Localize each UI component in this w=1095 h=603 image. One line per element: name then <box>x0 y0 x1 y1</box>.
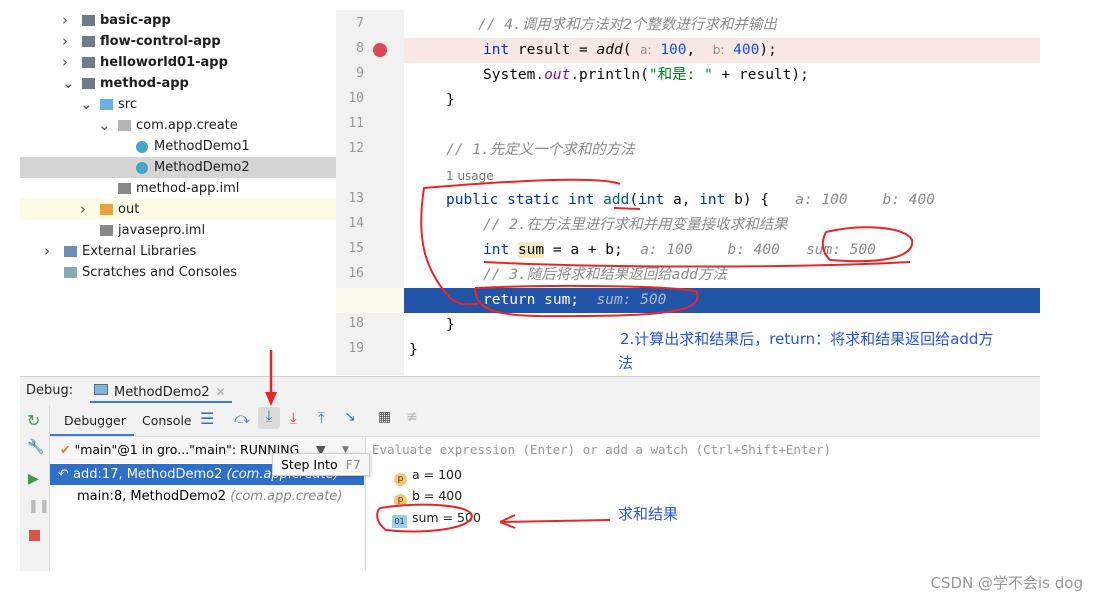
add-underline-mark <box>613 207 641 210</box>
sum-var-circle-mark <box>376 503 474 533</box>
arrow-to-sum-mark <box>499 514 611 529</box>
sum-line-underline-mark <box>483 261 911 268</box>
return-line-circle-mark <box>474 284 699 318</box>
arrow-to-step-into-mark <box>265 350 277 406</box>
watermark: CSDN @学不会is dog <box>930 574 1083 592</box>
sum-hint-circle-mark <box>821 226 914 263</box>
red-annotation-marks <box>265 178 914 533</box>
